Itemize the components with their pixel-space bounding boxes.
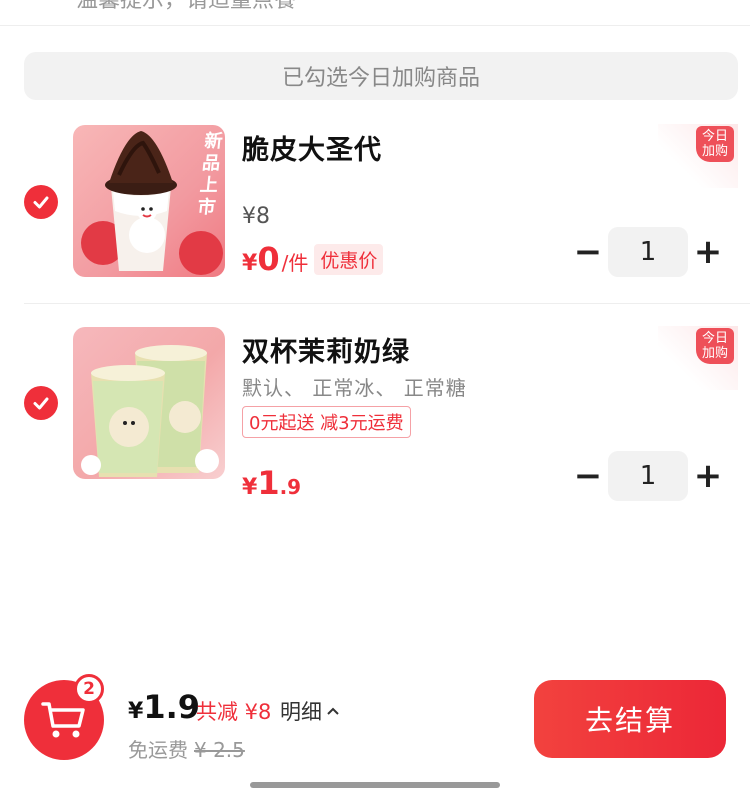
decrease-button[interactable]: − [568, 451, 608, 501]
item-name[interactable]: 脆皮大圣代 [242, 128, 382, 167]
badge-label: 今日 加购 [696, 328, 734, 364]
top-notice-text: 温馨提示，请适量点餐 [76, 0, 297, 13]
milk-tea-illustration [81, 345, 219, 477]
shipping-original-fee: ¥ 2.5 [194, 738, 245, 762]
shipping-promo-tag: 0元起送 减3元运费 [242, 406, 411, 438]
top-notice-clipped: 温馨提示，请适量点餐 [0, 0, 750, 26]
total-price: ¥1.9 [128, 688, 200, 726]
price-currency: ¥ [242, 251, 258, 276]
price-integer: 1 [257, 464, 280, 502]
item-specs: 默认、 正常冰、 正常糖 [242, 376, 467, 400]
checkout-button[interactable]: 去结算 [534, 680, 726, 758]
shipping-fee: 免运费 ¥ 2.5 [128, 734, 245, 763]
quantity-stepper: − 1 + [568, 451, 728, 501]
price-integer: 0 [257, 240, 280, 278]
badge-line-1: 今日 [701, 331, 728, 346]
selected-items-banner: 已勾选今日加购商品 [24, 52, 738, 100]
item-checkbox[interactable] [24, 185, 58, 219]
badge-line-1: 今日 [701, 129, 728, 144]
price-currency: ¥ [242, 475, 258, 500]
checkout-bar: 2 ¥1.9 共减 ¥8 明细 免运费 ¥ 2.5 去结算 [0, 666, 750, 803]
item-checkbox[interactable] [24, 386, 58, 420]
total-value: 1.9 [143, 688, 200, 726]
product-image-jasmine-milk-tea[interactable] [73, 327, 225, 479]
item-name[interactable]: 双杯茉莉奶绿 [242, 330, 410, 369]
quantity-value[interactable]: 1 [608, 451, 688, 501]
increase-button[interactable]: + [688, 227, 728, 277]
badge-label: 今日 加购 [696, 126, 734, 162]
item-divider [24, 303, 750, 304]
today-addon-badge: 今日 加购 [658, 124, 738, 188]
detail-label: 明细 [280, 700, 322, 724]
check-icon [33, 397, 49, 410]
total-discount: 共减 ¥8 [196, 700, 272, 724]
item-price: ¥0/件 优惠价 [242, 240, 384, 278]
total-currency: ¥ [128, 699, 144, 724]
quantity-stepper: − 1 + [568, 227, 728, 277]
home-indicator[interactable] [250, 782, 500, 788]
decrease-button[interactable]: − [568, 227, 608, 277]
price-unit: /件 [281, 251, 309, 275]
price-decimal: .9 [279, 475, 302, 499]
item-price: ¥1.9 [242, 464, 301, 502]
chevron-up-icon [327, 707, 339, 715]
cart-item-jasmine-milk-tea: 双杯茉莉奶绿 默认、 正常冰、 正常糖 0元起送 减3元运费 ¥1.9 今日 加… [0, 318, 750, 502]
today-addon-badge: 今日 加购 [658, 326, 738, 390]
detail-toggle[interactable]: 明细 [280, 696, 340, 726]
badge-line-2: 加购 [701, 346, 728, 361]
promo-price-tag: 优惠价 [314, 244, 384, 275]
check-icon [33, 196, 49, 209]
product-image-sundae[interactable]: 新品上市 [73, 125, 225, 277]
cart-count-badge: 2 [74, 674, 104, 704]
item-original-price: ¥8 [242, 204, 270, 229]
shipping-label: 免运费 [128, 738, 188, 762]
cart-item-sundae: 新品上市 脆皮大圣代 ¥8 ¥0/件 优惠价 今日 加购 − 1 + [0, 116, 750, 296]
quantity-value[interactable]: 1 [608, 227, 688, 277]
increase-button[interactable]: + [688, 451, 728, 501]
shopping-cart-icon [41, 702, 85, 738]
badge-line-2: 加购 [701, 144, 728, 159]
